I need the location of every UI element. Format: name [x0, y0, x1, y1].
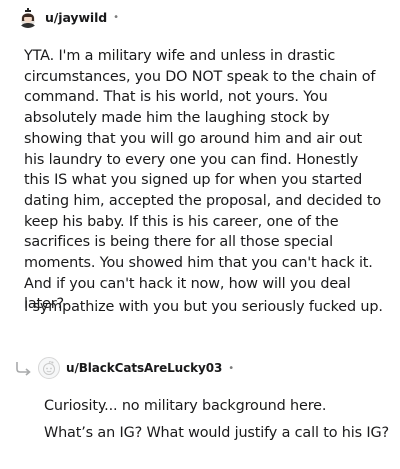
user-avatar[interactable] [17, 6, 39, 28]
comment-paragraph: YTA. I'm a military wife and unless in d… [24, 48, 382, 313]
separator-dot: • [113, 11, 120, 23]
separator-dot: • [228, 362, 235, 374]
comment-paragraph: Curiosity... no military background here… [44, 398, 327, 414]
comment-header: u/jaywild • [17, 6, 119, 28]
comment-username[interactable]: u/jaywild [45, 10, 107, 25]
reply-arrow-icon [16, 362, 31, 376]
comment-header: u/BlackCatsAreLucky03 • [14, 356, 234, 380]
comment-username[interactable]: u/BlackCatsAreLucky03 [66, 361, 222, 375]
avatar-icon [17, 6, 39, 28]
user-avatar[interactable] [38, 357, 60, 379]
snoo-avatar-icon [43, 361, 55, 375]
comment-paragraph: What’s an IG? What would justify a call … [44, 425, 389, 441]
comment-paragraph: I sympathize with you but you seriously … [24, 299, 383, 315]
